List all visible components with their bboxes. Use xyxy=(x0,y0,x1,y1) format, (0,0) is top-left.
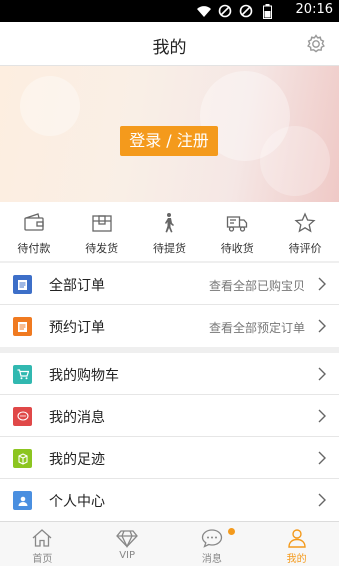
chevron-right-icon xyxy=(318,493,326,507)
wifi-icon xyxy=(196,3,212,19)
order-status-pending-payment[interactable]: 待付款 xyxy=(0,202,68,261)
chevron-right-icon xyxy=(318,451,326,465)
banner-decoration xyxy=(20,76,80,136)
page-title: 我的 xyxy=(152,38,187,58)
diamond-icon xyxy=(116,530,138,548)
row-label: 个人中心 xyxy=(49,494,105,510)
bottom-tab-bar: 首页 VIP 消息 我的 xyxy=(0,521,339,566)
my-cart-row[interactable]: 我的购物车 xyxy=(0,353,339,395)
order-status-label: 待提货 xyxy=(152,242,186,255)
all-orders-row[interactable]: 全部订单 查看全部已购宝贝 xyxy=(0,263,339,305)
order-status-pending-pickup[interactable]: 待提货 xyxy=(136,202,204,261)
banner-decoration xyxy=(260,126,330,196)
order-status-label: 待评价 xyxy=(288,242,322,255)
my-footprints-row[interactable]: 我的足迹 xyxy=(0,437,339,479)
tab-home[interactable]: 首页 xyxy=(0,522,85,566)
gear-icon[interactable] xyxy=(305,33,327,55)
row-label: 我的足迹 xyxy=(49,452,105,468)
row-label: 我的购物车 xyxy=(49,368,119,384)
order-status-label: 待付款 xyxy=(17,242,51,255)
row-subtitle: 查看全部已购宝贝 xyxy=(208,279,305,293)
chevron-right-icon xyxy=(318,367,326,381)
my-messages-row[interactable]: 我的消息 xyxy=(0,395,339,437)
order-status-bar: 待付款 待发货 待提货 待收货 待评价 xyxy=(0,202,339,261)
package-icon xyxy=(92,215,112,232)
profile-banner: 登录 / 注册 xyxy=(0,66,339,202)
user-icon xyxy=(287,529,306,548)
status-time: 20:16 xyxy=(295,2,333,17)
title-bar: 我的 xyxy=(0,22,339,66)
star-icon xyxy=(294,212,316,233)
personal-center-row[interactable]: 个人中心 xyxy=(0,479,339,521)
row-subtitle: 查看全部预定订单 xyxy=(208,321,305,335)
tab-profile[interactable]: 我的 xyxy=(254,522,339,566)
status-bar: 20:16 xyxy=(0,0,339,22)
row-label: 全部订单 xyxy=(49,278,105,294)
order-status-label: 待发货 xyxy=(85,242,119,255)
order-status-pending-receipt[interactable]: 待收货 xyxy=(203,202,271,261)
tab-label: 我的 xyxy=(286,554,307,565)
row-label: 预约订单 xyxy=(49,320,105,336)
tab-label: VIP xyxy=(119,550,136,561)
unread-badge xyxy=(227,528,235,535)
order-status-pending-review[interactable]: 待评价 xyxy=(271,202,339,261)
row-label: 我的消息 xyxy=(49,410,105,426)
chevron-right-icon xyxy=(318,319,326,333)
document-icon xyxy=(13,275,32,294)
footprint-icon xyxy=(13,449,32,468)
reserved-orders-row[interactable]: 预约订单 查看全部预定订单 xyxy=(0,305,339,347)
order-status-pending-shipment[interactable]: 待发货 xyxy=(68,202,136,261)
person-icon xyxy=(13,491,32,510)
tab-label: 首页 xyxy=(32,554,53,565)
chat-icon xyxy=(201,529,223,548)
chevron-right-icon xyxy=(318,409,326,423)
cart-icon xyxy=(13,365,32,384)
truck-icon xyxy=(227,216,248,232)
tab-label: 消息 xyxy=(201,554,222,565)
login-register-button[interactable]: 登录 / 注册 xyxy=(120,126,218,156)
home-icon xyxy=(32,529,52,547)
document-icon xyxy=(13,317,32,336)
walking-person-icon xyxy=(165,213,175,233)
no-sim-icon xyxy=(217,3,233,19)
order-status-label: 待收货 xyxy=(220,242,254,255)
chevron-right-icon xyxy=(318,277,326,291)
orders-section: 全部订单 查看全部已购宝贝 预约订单 查看全部预定订单 xyxy=(0,263,339,347)
message-icon xyxy=(13,407,32,426)
tab-vip[interactable]: VIP xyxy=(85,522,170,566)
no-signal-icon xyxy=(238,3,254,19)
wallet-icon xyxy=(24,213,44,231)
menu-section: 我的购物车 我的消息 我的足迹 个人中心 xyxy=(0,353,339,521)
tab-messages[interactable]: 消息 xyxy=(170,522,255,566)
battery-icon xyxy=(259,3,275,19)
